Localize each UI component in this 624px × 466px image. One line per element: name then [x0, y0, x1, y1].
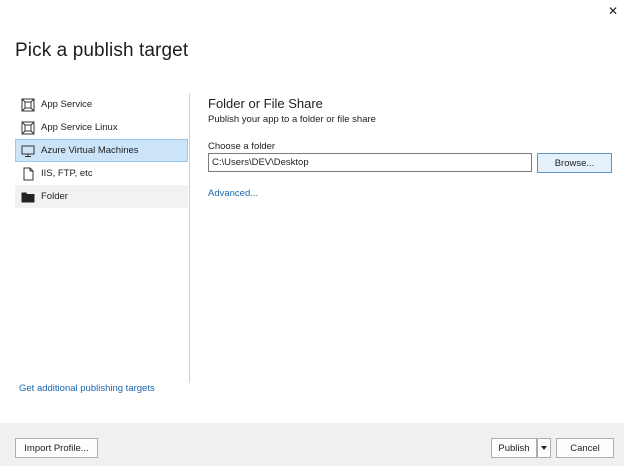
- sidebar-item-label: App Service: [41, 99, 93, 110]
- sidebar-item-folder[interactable]: Folder: [15, 185, 188, 208]
- sidebar-item-label: IIS, FTP, etc: [41, 168, 93, 179]
- folder-icon: [21, 190, 35, 204]
- browse-button[interactable]: Browse...: [537, 153, 612, 173]
- app-service-icon: [21, 98, 35, 112]
- sidebar-item-label: App Service Linux: [41, 122, 118, 133]
- pane-title: Folder or File Share: [208, 96, 323, 111]
- close-icon[interactable]: ✕: [606, 4, 620, 18]
- cancel-button[interactable]: Cancel: [556, 438, 614, 458]
- additional-targets-link[interactable]: Get additional publishing targets: [19, 383, 155, 394]
- folder-path-input[interactable]: [208, 153, 532, 172]
- advanced-link[interactable]: Advanced...: [208, 188, 258, 199]
- virtual-machine-icon: [21, 144, 35, 158]
- sidebar-item-app-service-linux[interactable]: App Service Linux: [15, 116, 188, 139]
- sidebar-item-label: Azure Virtual Machines: [41, 145, 139, 156]
- folder-field-label: Choose a folder: [208, 141, 276, 152]
- vertical-divider: [189, 93, 190, 383]
- import-profile-button[interactable]: Import Profile...: [15, 438, 98, 458]
- publish-dropdown-button[interactable]: [537, 438, 551, 458]
- publish-button[interactable]: Publish: [491, 438, 537, 458]
- document-icon: [21, 167, 35, 181]
- sidebar-item-app-service[interactable]: App Service: [15, 93, 188, 116]
- page-title: Pick a publish target: [15, 40, 189, 61]
- sidebar-item-label: Folder: [41, 191, 68, 202]
- sidebar-item-iis-ftp[interactable]: IIS, FTP, etc: [15, 162, 188, 185]
- app-service-linux-icon: [21, 121, 35, 135]
- target-list: App Service App Service Linux Azure Virt…: [15, 93, 188, 208]
- sidebar-item-azure-virtual-machines[interactable]: Azure Virtual Machines: [15, 139, 188, 162]
- pane-description: Publish your app to a folder or file sha…: [208, 114, 376, 125]
- chevron-down-icon: [541, 446, 547, 450]
